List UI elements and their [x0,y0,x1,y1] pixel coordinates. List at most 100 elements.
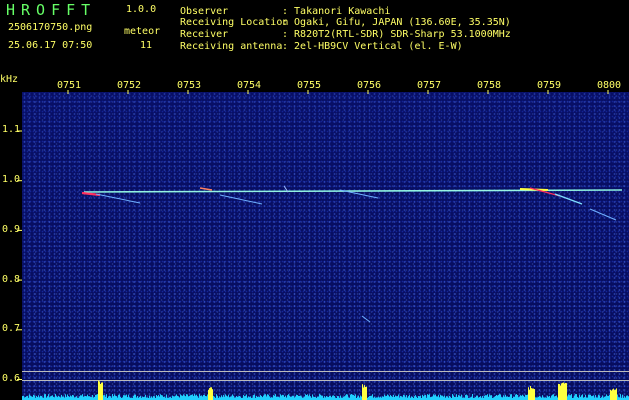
level-bar [203,394,204,400]
level-bar [118,394,119,400]
level-bar [221,395,222,400]
level-bar [238,396,239,400]
level-bar [337,396,338,400]
level-bar [608,395,609,400]
level-bar [551,395,552,400]
level-bar [260,395,261,400]
level-bar [95,394,96,400]
level-bar [369,396,370,400]
level-bar [261,396,262,400]
level-bar [308,396,309,400]
level-bar [295,396,296,400]
level-bar [123,395,124,400]
level-bar [23,395,24,400]
level-bar [158,395,159,400]
level-bar [590,394,591,400]
level-bar [491,395,492,400]
level-bar [575,394,576,400]
level-bar [157,396,158,400]
level-bar [593,395,594,400]
level-bar [185,396,186,400]
level-bar [289,395,290,400]
level-bar [56,396,57,400]
level-bar [408,396,409,400]
level-bar [47,396,48,400]
level-bar [472,394,473,400]
level-bar [456,394,457,400]
level-bar [324,396,325,400]
level-bar [310,396,311,400]
level-bar [570,395,571,400]
level-bar [73,395,74,400]
level-bar [232,394,233,400]
level-bar [526,394,527,400]
level-bar [263,395,264,400]
level-bar [528,387,529,400]
level-bar [616,388,617,400]
level-bar [530,386,531,400]
level-bar [351,394,352,400]
level-bar [452,394,453,400]
level-bar [102,382,103,400]
level-bar [610,389,611,400]
level-bar [154,396,155,400]
level-bar [591,396,592,400]
level-bar [124,395,125,400]
level-bar [395,395,396,400]
level-bar [406,395,407,400]
level-bar [22,396,23,400]
level-bar [26,396,27,400]
level-bar [161,395,162,400]
level-bar [459,395,460,400]
level-bar [517,394,518,400]
level-bar [330,395,331,400]
level-bar [202,396,203,400]
level-bar [434,395,435,400]
level-bar [275,394,276,400]
meteor-echo [95,193,141,204]
level-bar [109,395,110,400]
level-bar [96,394,97,400]
level-bar [571,394,572,400]
level-bar [151,396,152,400]
level-bar [489,394,490,400]
level-bar [231,396,232,400]
level-bar [365,387,366,400]
level-bar [97,394,98,400]
level-bar [89,396,90,400]
level-bar [609,394,610,400]
level-bar [101,382,102,400]
level-bar [358,395,359,400]
level-bar [134,394,135,400]
level-bar [208,389,209,400]
level-bar [598,394,599,400]
level-bar [268,394,269,400]
level-bar [287,395,288,400]
level-bar [187,394,188,400]
level-bar [388,395,389,400]
level-bar [178,396,179,400]
level-bar [425,394,426,400]
level-bar [415,395,416,400]
level-bar [291,396,292,400]
level-bar [180,394,181,400]
level-bar [40,395,41,400]
level-bar [384,394,385,400]
level-bar [371,395,372,400]
level-bar [177,395,178,400]
level-bar [108,396,109,400]
level-bar [318,396,319,400]
level-bar [386,395,387,400]
level-bar [525,394,526,400]
level-bar [562,382,563,400]
level-bar [159,396,160,400]
level-bar [559,384,560,400]
level-bar [190,395,191,400]
level-bar [521,395,522,400]
level-bar [354,395,355,400]
level-bar [414,396,415,400]
level-bar [228,394,229,400]
level-bar [307,394,308,400]
level-bar [350,394,351,400]
level-bar [72,394,73,400]
